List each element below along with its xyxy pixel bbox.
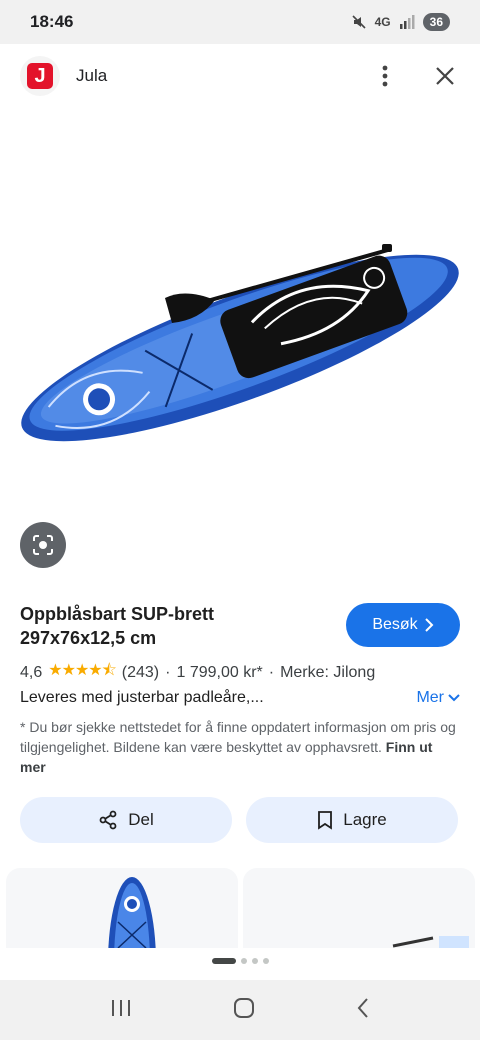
site-logo: J bbox=[20, 56, 60, 96]
product-title-line2: 297x76x12,5 cm bbox=[20, 628, 157, 648]
visit-button[interactable]: Besøk bbox=[346, 603, 460, 647]
close-button[interactable] bbox=[430, 61, 460, 91]
sup-board-illustration bbox=[21, 244, 459, 442]
carousel-dot bbox=[251, 958, 258, 964]
product-title: Oppblåsbart SUP-brett 297x76x12,5 cm bbox=[20, 602, 320, 650]
product-image[interactable] bbox=[0, 108, 480, 578]
site-name: Jula bbox=[76, 66, 108, 85]
review-count: (243) bbox=[121, 663, 160, 681]
save-label: Lagre bbox=[343, 810, 387, 829]
more-options-button[interactable] bbox=[370, 61, 400, 91]
share-label: Del bbox=[128, 810, 154, 829]
home-icon bbox=[233, 997, 254, 1018]
mute-icon bbox=[352, 15, 366, 29]
status-bar: 18:46 4G 36 bbox=[0, 0, 480, 44]
system-nav-bar bbox=[0, 980, 480, 1040]
description-row: Leveres med justerbar padleåre,... Mer bbox=[20, 689, 460, 707]
carousel-indicator bbox=[0, 958, 480, 964]
status-time: 18:46 bbox=[30, 12, 74, 31]
rating-value: 4,6 bbox=[20, 663, 43, 681]
separator: · bbox=[165, 663, 171, 681]
rating-stars-icon: ★★★★⯪ bbox=[48, 662, 117, 679]
visit-label: Besøk bbox=[372, 616, 418, 633]
recents-icon bbox=[112, 999, 131, 1016]
sup-board-thumb-illustration bbox=[108, 877, 156, 948]
network-type: 4G bbox=[374, 15, 391, 29]
save-button[interactable]: Lagre bbox=[246, 797, 458, 843]
app-header: J Jula bbox=[0, 44, 480, 108]
carousel-dot bbox=[262, 958, 269, 964]
back-button[interactable] bbox=[356, 997, 370, 1024]
signal-icon bbox=[399, 15, 415, 29]
more-vert-icon bbox=[382, 65, 388, 87]
related-images bbox=[0, 868, 480, 948]
paddle-thumb-illustration bbox=[392, 936, 469, 948]
logo-letter: J bbox=[27, 63, 53, 89]
product-title-line1: Oppblåsbart SUP-brett bbox=[20, 604, 215, 624]
chevron-right-icon bbox=[424, 618, 434, 632]
carousel-dot-active bbox=[211, 958, 236, 964]
related-image-2[interactable] bbox=[243, 868, 475, 948]
back-icon bbox=[357, 997, 368, 1018]
chevron-down-icon bbox=[448, 694, 460, 702]
share-icon bbox=[99, 810, 117, 830]
bookmark-icon bbox=[318, 811, 333, 830]
more-label: Mer bbox=[416, 689, 444, 706]
brand: Merke: Jilong bbox=[280, 663, 376, 681]
lens-icon bbox=[33, 535, 53, 555]
lens-search-button[interactable] bbox=[20, 522, 66, 568]
disclaimer: * Du bør sjekke nettstedet for å finne o… bbox=[20, 717, 460, 777]
more-button[interactable]: Mer bbox=[416, 689, 460, 707]
separator: · bbox=[268, 663, 275, 681]
home-button[interactable] bbox=[233, 997, 255, 1024]
recents-button[interactable] bbox=[110, 998, 132, 1023]
related-image-1[interactable] bbox=[6, 868, 238, 948]
close-icon bbox=[436, 67, 454, 85]
battery-badge: 36 bbox=[422, 13, 450, 31]
share-button[interactable]: Del bbox=[20, 797, 232, 843]
description: Leveres med justerbar padleåre,... bbox=[20, 689, 264, 706]
price: 1 799,00 kr* bbox=[176, 663, 263, 681]
carousel-dot bbox=[240, 958, 247, 964]
product-meta: 4,6 ★★★★⯪ (243) · 1 799,00 kr* · Merke: … bbox=[20, 659, 375, 686]
status-icons: 4G 36 bbox=[351, 13, 450, 31]
